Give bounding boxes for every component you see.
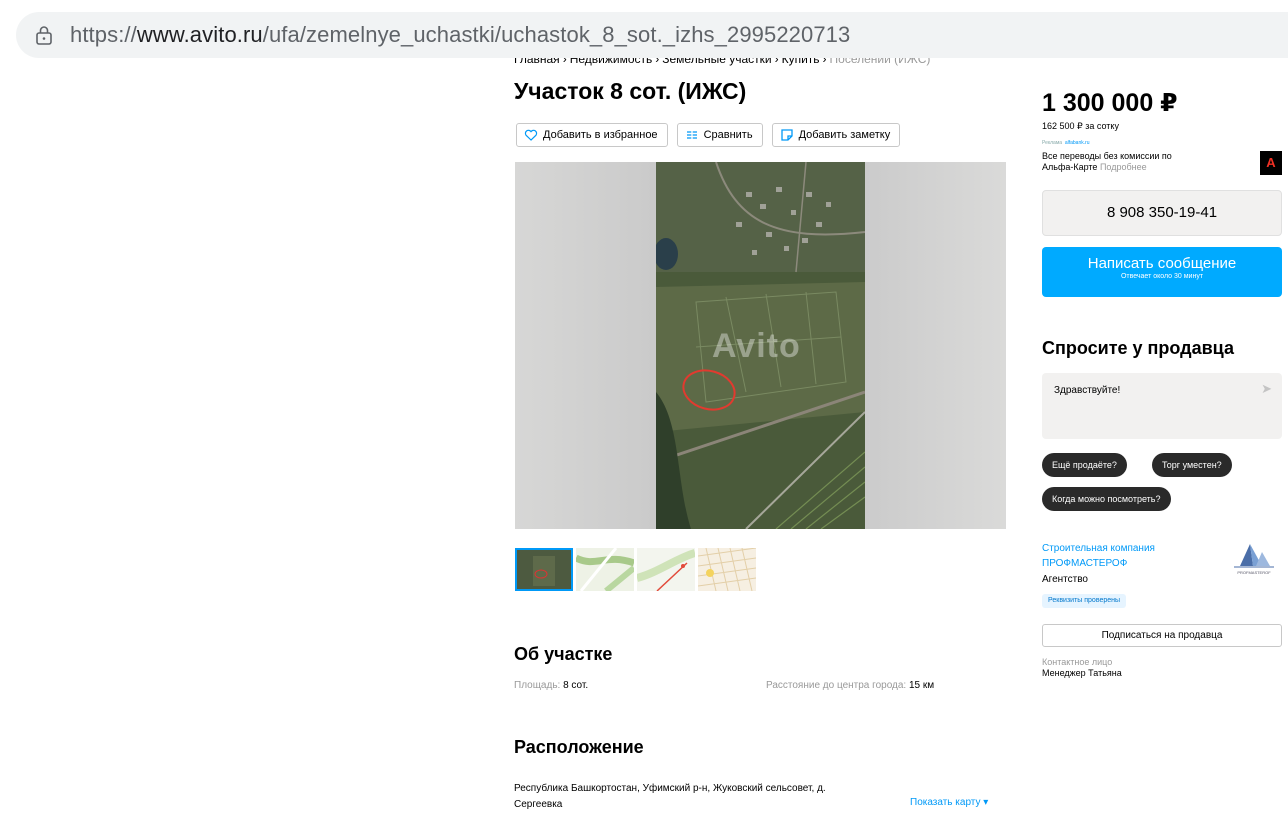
location-section-title: Расположение [514,737,644,757]
thumbnail-map-2[interactable] [637,548,695,591]
distance-value: 15 км [909,680,935,691]
address-text: Республика Башкортостан, Уфимский р-н, Ж… [514,783,826,810]
ad-banner-text[interactable]: Все переводы без комиссии по Альфа-Карте… [1042,151,1192,173]
breadcrumb: Главная › Недвижимость › Земельные участки › К… [514,58,934,70]
ad-domain-link[interactable]: alfabank.ru [1065,140,1090,146]
compare-icon [686,130,697,140]
subscribe-seller-button[interactable]: Подписаться на продавца [1042,624,1282,647]
add-to-favorites-button[interactable]: Добавить в избранное [516,123,668,147]
breadcrumb-link[interactable]: Поселений (ИЖС) [830,58,931,66]
page-title: Участок 8 сот. (ИЖС) [514,78,747,104]
ask-seller-title: Спросите у продавца [1042,338,1234,358]
address-bar[interactable]: https://www.avito.ru/ufa/zemelnye_uchast… [16,12,1288,58]
thumbnail-map-1[interactable] [576,548,634,591]
breadcrumb-link[interactable]: Главная [514,58,560,66]
heart-icon [524,129,538,141]
thumbnail-map-3[interactable] [698,548,756,591]
ad-label: Реклама alfabank.ru [1042,140,1090,146]
photo-blur-left [515,162,656,529]
breadcrumb-link[interactable]: Купить [782,58,820,66]
add-note-button[interactable]: Добавить заметку [771,123,901,147]
about-section-title: Об участке [514,644,613,664]
show-phone-button[interactable]: 8 908 350-19-41 [1042,190,1282,236]
quick-question-still-selling[interactable]: Ещё продаёте? [1042,453,1127,477]
compare-button[interactable]: Сравнить [676,123,763,147]
alfa-bank-logo-icon[interactable]: А [1260,151,1282,175]
ad-more-link[interactable]: Подробнее [1100,162,1147,172]
area-value: 8 сот. [563,680,589,691]
send-icon[interactable]: ➤ [1261,381,1272,397]
breadcrumb-link[interactable]: Земельные участки [662,58,771,66]
write-message-button[interactable]: Написать сообщение Отвечает около 30 мин… [1042,247,1282,297]
ask-seller-input[interactable]: Здравствуйте! ➤ [1042,373,1282,439]
main-photo[interactable]: Avito [515,162,1006,529]
url-text[interactable]: https://www.avito.ru/ufa/zemelnye_uchast… [70,22,850,48]
seller-name-link[interactable]: Строительная компания ПРОФМАСТЕРОФ [1042,541,1192,571]
distance-param: Расстояние до центра города: 15 км [766,680,935,691]
note-icon [780,129,793,141]
contact-name: Менеджер Татьяна [1042,668,1122,678]
breadcrumb-link[interactable]: Недвижимость [570,58,653,66]
price: 1 300 000 ₽ [1042,89,1178,117]
seller-type: Агентство [1042,574,1088,585]
listing-actions: Добавить в избранное Сравнить Добавить з… [516,123,901,147]
lock-icon[interactable] [34,25,54,45]
photo-blur-right [865,162,1006,529]
quick-question-bargain[interactable]: Торг уместен? [1152,453,1232,477]
thumbnail-satellite[interactable] [515,548,573,591]
seller-logo[interactable]: PROFMASTEROF [1226,536,1282,576]
show-map-link[interactable]: Показать карту ▾ [910,797,988,808]
price-per-sotka: 162 500 ₽ за сотку [1042,121,1119,131]
quick-question-when-view[interactable]: Когда можно посмотреть? [1042,487,1171,511]
seller-logo-caption: PROFMASTEROF [1237,570,1271,575]
thumbnail-strip [515,548,756,591]
avito-watermark: Avito [712,327,801,365]
area-param: Площадь: 8 сот. [514,680,589,691]
verified-badge: Реквизиты проверены [1042,594,1127,608]
contact-label: Контактное лицо [1042,657,1113,667]
